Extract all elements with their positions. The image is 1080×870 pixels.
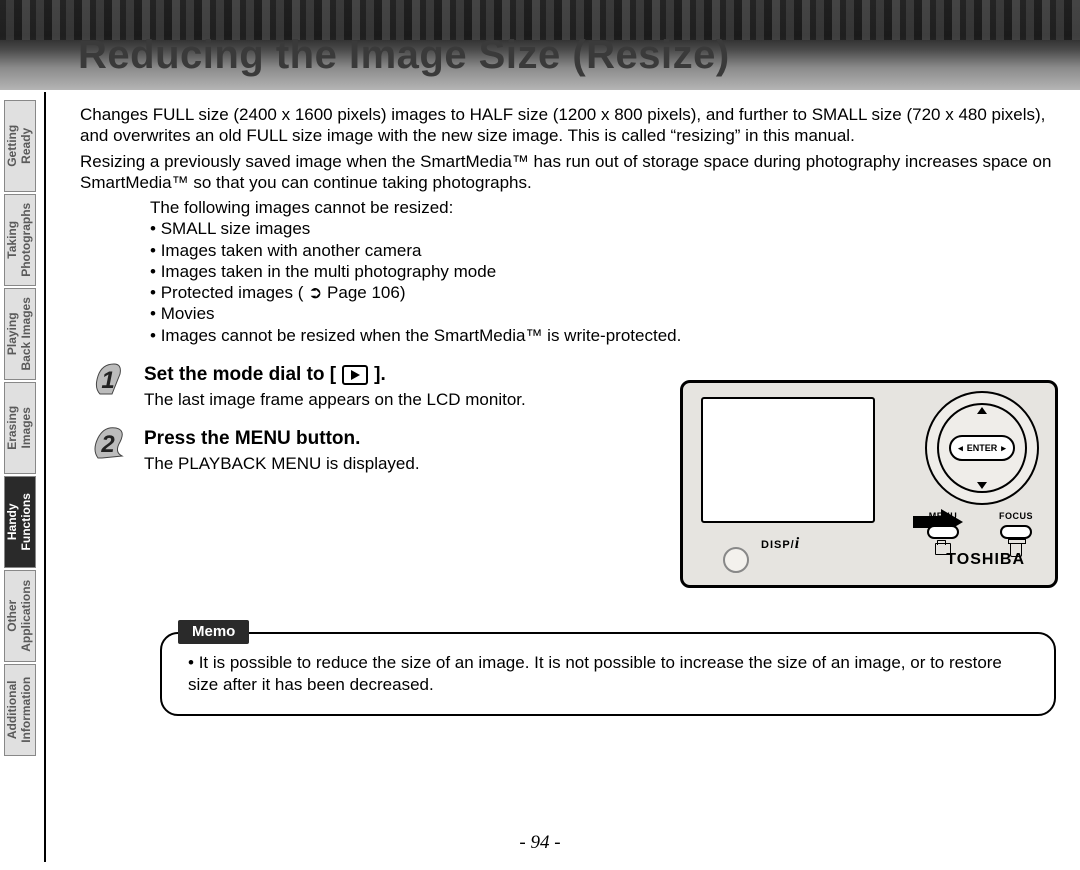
- enter-button: ◂ENTER▸: [949, 435, 1015, 461]
- memo-tag: Memo: [178, 620, 249, 644]
- svg-text:2: 2: [100, 431, 115, 458]
- tab-other-applications[interactable]: OtherApplications: [4, 570, 36, 662]
- page-title: Reducing the Image Size (Resize): [78, 33, 730, 78]
- menu-button: [927, 525, 959, 539]
- list-item: Protected images ( ➲ Page 106): [150, 282, 1058, 303]
- memo-item: It is possible to reduce the size of an …: [188, 652, 1028, 696]
- disp-button: [723, 547, 749, 573]
- dpad-down-icon: [977, 482, 987, 489]
- camera-body: DISP/i TOSHIBA ◂ENTER▸ MENU FOCUS: [680, 380, 1058, 588]
- step-number-2-icon: 2: [88, 422, 130, 464]
- dpad-up-icon: [977, 407, 987, 414]
- menu-button-group: MENU: [927, 511, 959, 557]
- button-row: MENU FOCUS: [927, 511, 1033, 557]
- manual-page: Reducing the Image Size (Resize) Getting…: [0, 0, 1080, 870]
- focus-button-group: FOCUS: [999, 511, 1033, 557]
- cannot-resize-list: SMALL size images Images taken with anot…: [150, 218, 1058, 346]
- list-item: Images taken with another camera: [150, 240, 1058, 261]
- list-item: Movies: [150, 303, 1058, 324]
- title-banner: Reducing the Image Size (Resize): [0, 0, 1080, 90]
- camera-diagram: DISP/i TOSHIBA ◂ENTER▸ MENU FOCUS: [680, 380, 1058, 588]
- svg-text:1: 1: [101, 367, 114, 394]
- list-item: SMALL size images: [150, 218, 1058, 239]
- control-dial: ◂ENTER▸: [925, 391, 1039, 505]
- memo-section: Memo It is possible to reduce the size o…: [160, 620, 1056, 716]
- folder-icon: [935, 543, 951, 555]
- tab-getting-ready[interactable]: GettingReady: [4, 100, 36, 192]
- playback-mode-icon: [342, 365, 368, 385]
- cannot-resize-intro: The following images cannot be resized:: [150, 197, 1058, 218]
- trash-icon: [1010, 543, 1022, 557]
- tab-additional-information[interactable]: AdditionalInformation: [4, 664, 36, 756]
- intro-paragraph-1: Changes FULL size (2400 x 1600 pixels) i…: [80, 104, 1058, 147]
- tab-erasing-images[interactable]: ErasingImages: [4, 382, 36, 474]
- list-item: Images cannot be resized when the SmartM…: [150, 325, 1058, 346]
- focus-label: FOCUS: [999, 511, 1033, 521]
- menu-label: MENU: [929, 511, 958, 521]
- focus-button: [1000, 525, 1032, 539]
- lcd-screen: [701, 397, 875, 523]
- step-number-1-icon: 1: [88, 358, 130, 400]
- tab-taking-photographs[interactable]: TakingPhotographs: [4, 194, 36, 286]
- left-margin-rule: [44, 92, 46, 862]
- page-number: - 94 -: [0, 832, 1080, 854]
- tab-playing-back-images[interactable]: PlayingBack Images: [4, 288, 36, 380]
- tab-handy-functions[interactable]: HandyFunctions: [4, 476, 36, 568]
- intro-paragraph-2: Resizing a previously saved image when t…: [80, 151, 1058, 194]
- section-tabs: GettingReady TakingPhotographs PlayingBa…: [4, 100, 36, 820]
- memo-box: It is possible to reduce the size of an …: [160, 632, 1056, 716]
- disp-label: DISP/i: [761, 535, 800, 553]
- list-item: Images taken in the multi photography mo…: [150, 261, 1058, 282]
